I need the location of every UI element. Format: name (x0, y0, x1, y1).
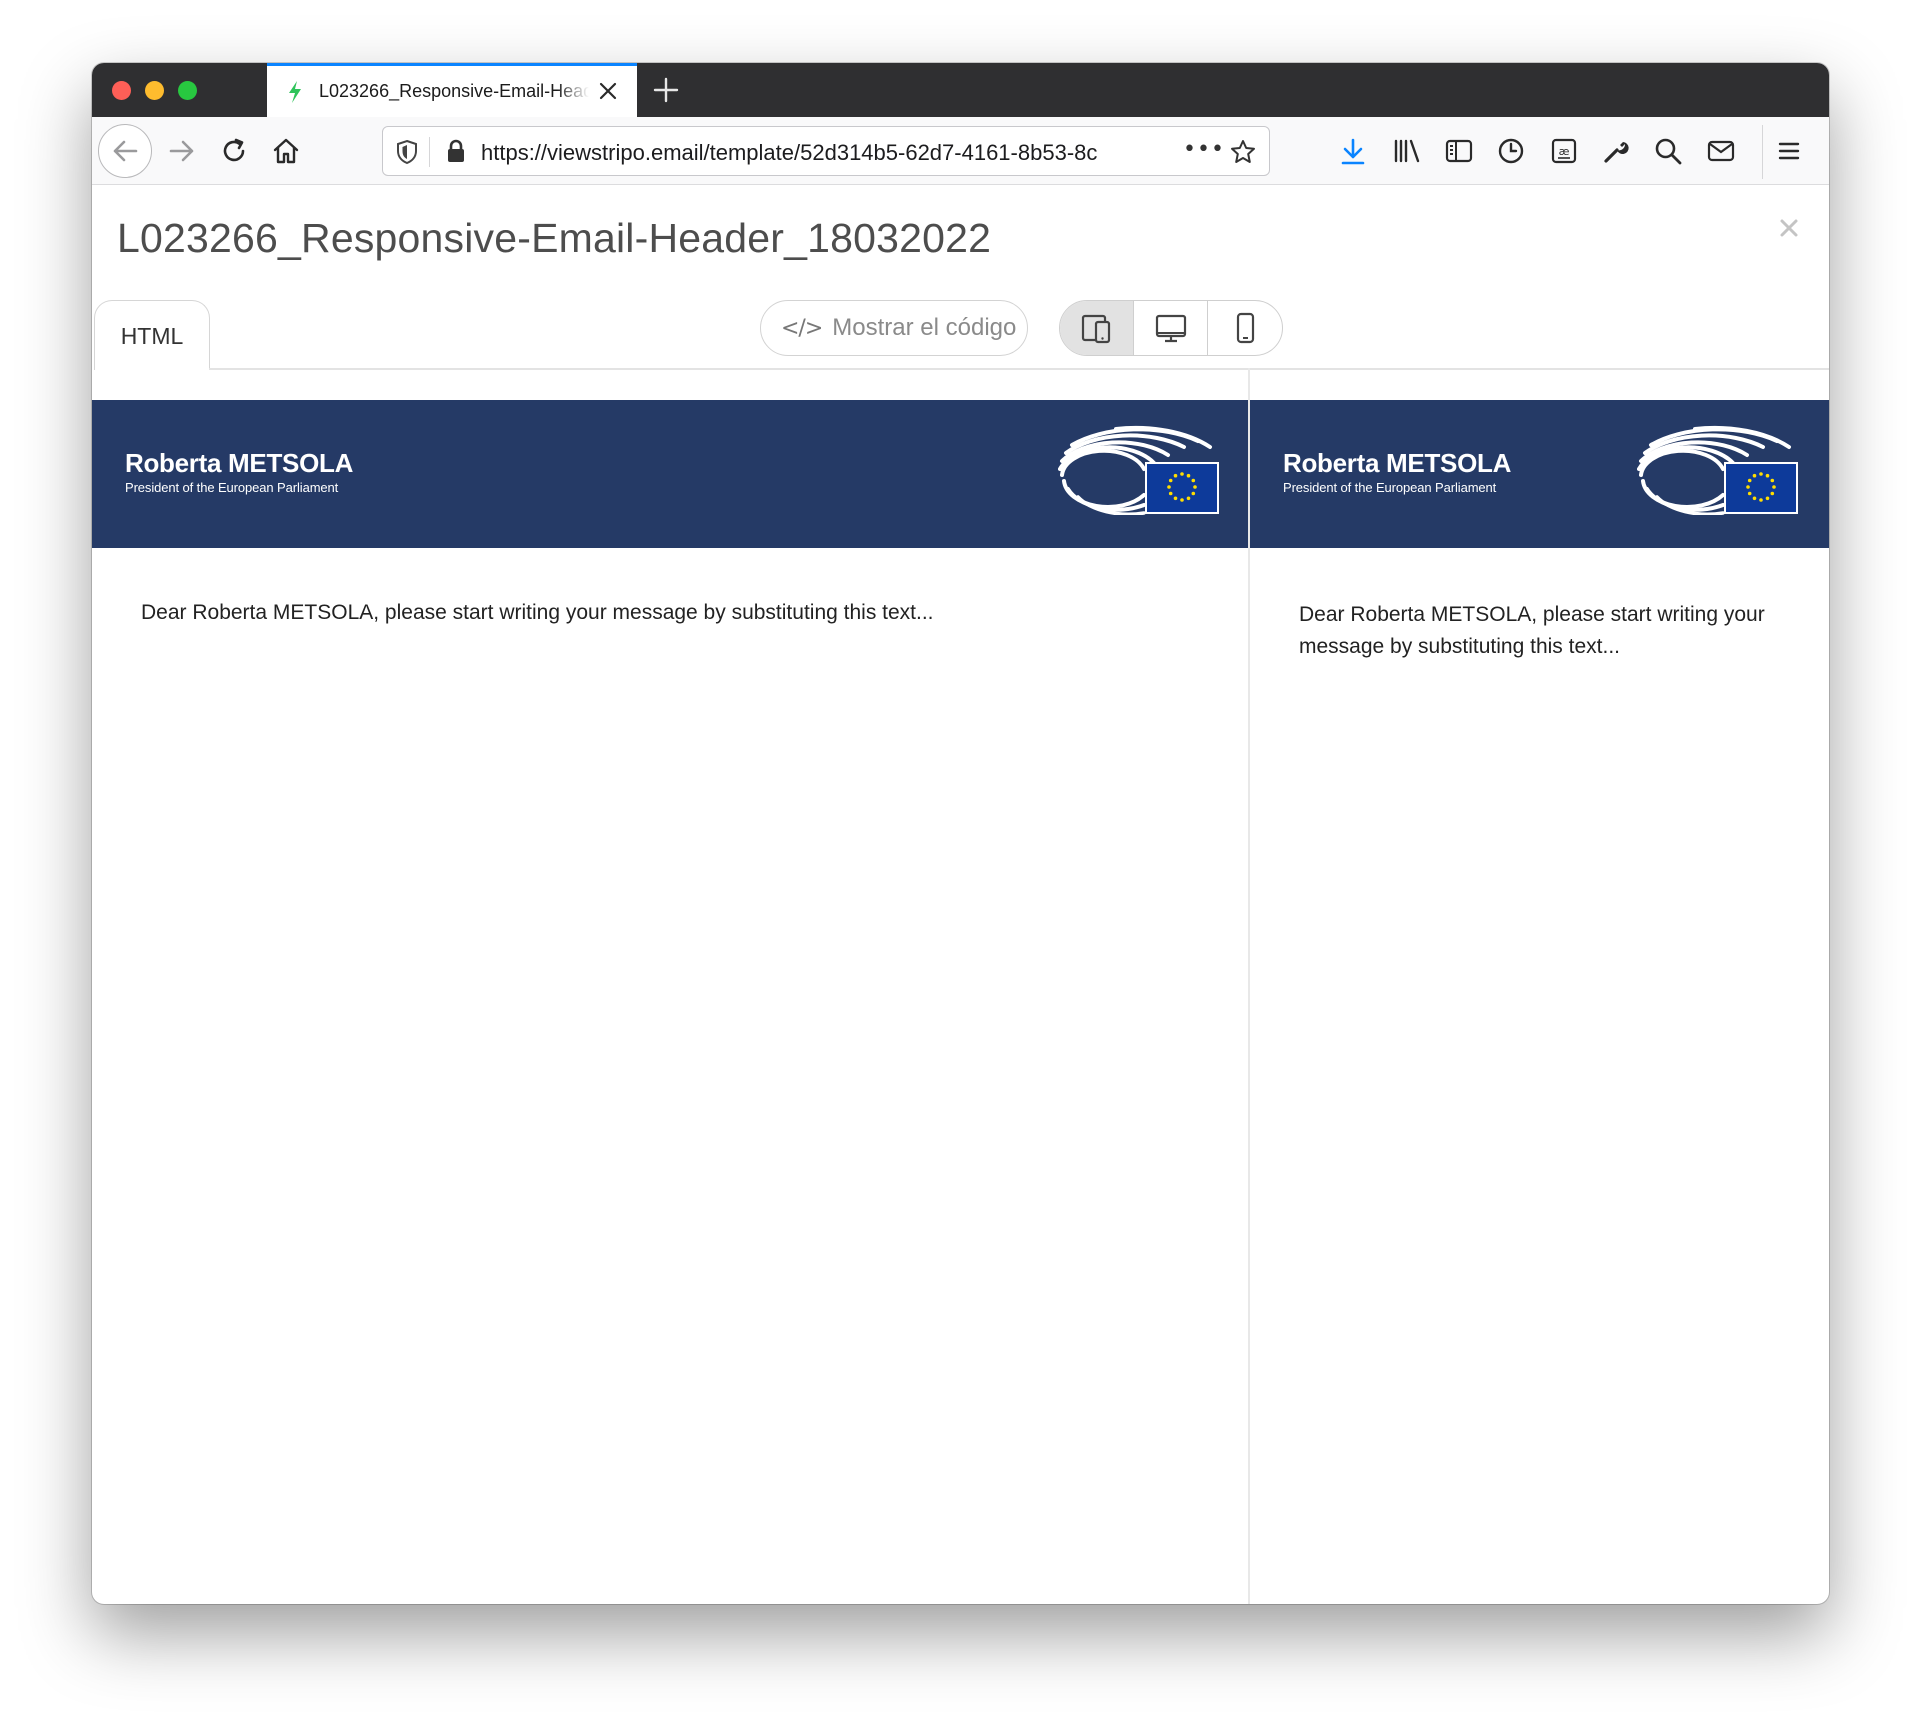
tabs-underline (209, 368, 1829, 370)
preview-pane-divider (1248, 368, 1250, 1604)
address-bar[interactable]: https://viewstripo.email/template/52d314… (382, 126, 1270, 176)
show-code-label: Mostrar el código (832, 314, 1017, 341)
responsive-devices-icon (1081, 314, 1110, 344)
url-separator (429, 137, 430, 167)
mobile-view-button[interactable] (1208, 301, 1282, 355)
european-parliament-logo-icon (1637, 425, 1798, 515)
back-button[interactable] (98, 124, 152, 178)
tab-title: L023266_Responsive-Email-Header_18032022 (319, 81, 589, 101)
lock-icon[interactable] (445, 138, 467, 164)
close-preview-icon[interactable] (1778, 217, 1800, 239)
new-tab-icon[interactable] (651, 75, 681, 105)
sidebar-icon[interactable] (1444, 137, 1474, 165)
history-clock-icon[interactable] (1496, 136, 1526, 166)
hamburger-menu-icon[interactable] (1775, 137, 1803, 165)
maximize-window-button[interactable] (178, 81, 197, 100)
desktop-monitor-icon (1155, 314, 1186, 343)
reader-view-icon[interactable]: æ (1549, 136, 1579, 166)
sender-title-mobile: President of the European Parliament (1283, 480, 1497, 495)
browser-tab[interactable]: L023266_Responsive-Email-Header_18032022 (267, 63, 637, 117)
bookmark-star-icon[interactable] (1229, 138, 1257, 166)
email-body-desktop: Dear Roberta METSOLA, please start writi… (141, 601, 934, 624)
minimize-window-button[interactable] (145, 81, 164, 100)
page-actions-menu[interactable]: ••• (1183, 137, 1225, 162)
mobile-phone-icon (1236, 312, 1255, 344)
code-icon: </> (781, 315, 823, 341)
template-title: L023266_Responsive-Email-Header_18032022 (117, 215, 992, 261)
search-icon[interactable] (1653, 136, 1683, 166)
navigation-bar: https://viewstripo.email/template/52d314… (92, 117, 1829, 185)
svg-text:æ: æ (1559, 145, 1570, 158)
reload-button[interactable] (214, 131, 254, 171)
sender-name-mobile: Roberta METSOLA (1283, 448, 1512, 478)
tab-strip: L023266_Responsive-Email-Header_18032022 (92, 63, 1829, 117)
responsive-view-button[interactable] (1060, 301, 1134, 355)
mail-icon[interactable] (1706, 137, 1736, 165)
tab-html[interactable]: HTML (94, 300, 210, 370)
sender-name: Roberta METSOLA (125, 448, 354, 478)
developer-tools-wrench-icon[interactable] (1601, 136, 1631, 166)
forward-arrow-icon (169, 140, 194, 162)
sender-title: President of the European Parliament (125, 480, 339, 495)
desktop-view-button[interactable] (1134, 301, 1208, 355)
device-mode-switcher (1059, 300, 1283, 356)
browser-window: L023266_Responsive-Email-Header_18032022 (92, 63, 1829, 1604)
tracking-protection-icon[interactable] (395, 139, 419, 165)
home-button[interactable] (266, 131, 306, 171)
email-header-banner-desktop: Roberta METSOLA President of the Europea… (92, 400, 1248, 548)
toolbar-separator (1762, 125, 1763, 179)
email-body-mobile: Dear Roberta METSOLA, please start writi… (1299, 603, 1765, 658)
forward-button[interactable] (162, 131, 202, 171)
show-code-button[interactable]: </> Mostrar el código (760, 300, 1028, 356)
home-icon (273, 138, 299, 164)
url-text[interactable]: https://viewstripo.email/template/52d314… (481, 140, 1171, 166)
close-window-button[interactable] (112, 81, 131, 100)
reload-icon (223, 138, 245, 162)
tab-close-icon[interactable] (597, 80, 619, 102)
email-header-banner-mobile: Roberta METSOLA President of the Europea… (1250, 400, 1829, 548)
european-parliament-logo-icon (1058, 425, 1219, 515)
stripo-favicon-icon (289, 80, 301, 103)
download-icon[interactable] (1339, 137, 1367, 167)
back-arrow-icon (113, 140, 138, 162)
library-icon[interactable] (1392, 137, 1422, 165)
